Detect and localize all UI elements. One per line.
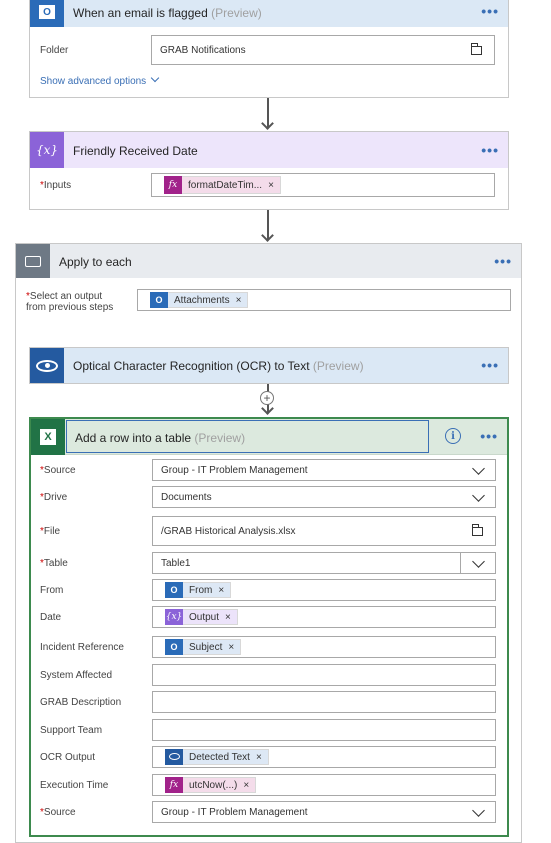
remove-token-button[interactable]: × [243, 780, 249, 791]
preview-tag: (Preview) [194, 431, 246, 445]
chevron-down-icon[interactable] [472, 555, 485, 568]
field-label: From [40, 585, 64, 596]
field-value: /GRAB Historical Analysis.xlsx [161, 526, 296, 537]
field-input[interactable] [152, 664, 496, 686]
field-label: *Table [40, 558, 68, 569]
email-trigger-title: When an email is flagged [73, 6, 208, 20]
eye-icon [165, 748, 183, 765]
field-input[interactable] [152, 691, 496, 713]
outlook-icon: O [30, 0, 64, 27]
remove-token-button[interactable]: × [225, 612, 231, 623]
apply-to-each-header[interactable]: Apply to each ••• [16, 244, 521, 278]
field-input[interactable] [152, 719, 496, 741]
field-input[interactable]: Detected Text × [152, 746, 496, 768]
field-value: Table1 [161, 558, 191, 569]
field-input[interactable]: O Subject × [152, 636, 496, 658]
apply-to-each-title: Apply to each [59, 255, 132, 269]
function-icon: fx [165, 776, 183, 793]
more-options-button[interactable]: ••• [481, 142, 499, 158]
field-value: Group - IT Problem Management [161, 465, 308, 476]
variable-icon: {x} [165, 608, 183, 625]
chevron-down-icon[interactable] [472, 462, 485, 475]
outlook-icon: O [165, 638, 183, 655]
dynamic-content-token[interactable]: fx utcNow(...) × [165, 776, 257, 793]
arrow-down-icon [261, 229, 274, 242]
dynamic-content-token[interactable]: O Subject × [165, 638, 242, 655]
folder-field[interactable]: GRAB Notifications [151, 35, 495, 65]
info-icon[interactable]: i [445, 428, 461, 444]
friendly-date-title: Friendly Received Date [73, 144, 198, 158]
divider [460, 553, 461, 573]
dynamic-content-token[interactable]: {x} Output × [165, 608, 238, 625]
add-row-card: X Add a row into a table (Preview) i •••… [29, 417, 509, 837]
field-label: GRAB Description [40, 697, 122, 708]
field-label: *File [40, 526, 61, 537]
loop-icon [16, 244, 50, 278]
ocr-card[interactable]: Optical Character Recognition (OCR) to T… [29, 347, 509, 384]
field-input[interactable]: Group - IT Problem Management [152, 459, 496, 481]
dynamic-content-token[interactable]: Detected Text × [165, 748, 269, 765]
eye-icon [30, 348, 64, 383]
field-input[interactable]: /GRAB Historical Analysis.xlsx [152, 516, 496, 546]
field-label: System Affected [40, 670, 113, 681]
remove-token-button[interactable]: × [228, 642, 234, 653]
chevron-down-icon[interactable] [472, 804, 485, 817]
inputs-field[interactable]: fx formatDateTim... × [151, 173, 495, 197]
function-icon: fx [164, 175, 182, 194]
friendly-date-header[interactable]: {x} Friendly Received Date ••• [30, 132, 508, 168]
add-row-title: Add a row into a table [75, 431, 192, 445]
field-input[interactable]: Group - IT Problem Management [152, 801, 496, 823]
select-output-label: *Select an output from previous steps [26, 291, 114, 313]
expression-token[interactable]: fx formatDateTim... × [164, 175, 281, 194]
remove-token-button[interactable]: × [236, 295, 242, 306]
field-input[interactable]: O From × [152, 579, 496, 601]
email-trigger-card: O When an email is flagged (Preview) •••… [29, 0, 509, 98]
field-label: Date [40, 612, 62, 623]
folder-icon[interactable] [472, 524, 483, 536]
chevron-down-icon[interactable] [472, 489, 485, 502]
friendly-date-card: {x} Friendly Received Date ••• *Inputs f… [29, 131, 509, 210]
preview-tag: (Preview) [211, 6, 262, 20]
folder-icon[interactable] [471, 43, 482, 55]
field-value: Group - IT Problem Management [161, 807, 308, 818]
more-options-button[interactable]: ••• [480, 428, 498, 444]
add-row-header[interactable]: X Add a row into a table (Preview) i ••• [31, 419, 507, 455]
remove-token-button[interactable]: × [268, 180, 274, 191]
outlook-icon: O [165, 581, 183, 598]
preview-tag: (Preview) [312, 359, 364, 373]
dynamic-content-token[interactable]: O From × [165, 581, 232, 598]
field-label: *Drive [40, 492, 68, 503]
variable-icon: {x} [30, 132, 64, 168]
more-options-button[interactable]: ••• [481, 357, 499, 373]
more-options-button[interactable]: ••• [481, 3, 499, 19]
field-input[interactable]: fx utcNow(...) × [152, 774, 496, 796]
inputs-label: *Inputs [40, 180, 72, 191]
field-label: Incident Reference [40, 642, 124, 653]
field-label: OCR Output [40, 752, 96, 763]
field-input[interactable]: {x} Output × [152, 606, 496, 628]
folder-label: Folder [40, 45, 69, 56]
select-output-field[interactable]: O Attachments × [137, 289, 511, 311]
field-label: Execution Time [40, 780, 109, 791]
field-label: *Source [40, 807, 76, 818]
excel-icon: X [31, 419, 65, 455]
field-input[interactable]: Table1 [152, 552, 496, 574]
folder-value: GRAB Notifications [160, 45, 246, 56]
field-label: Support Team [40, 725, 103, 736]
chevron-down-icon [150, 73, 160, 83]
remove-token-button[interactable]: × [218, 585, 224, 596]
show-advanced-options-link[interactable]: Show advanced options [40, 73, 160, 87]
email-trigger-header[interactable]: O When an email is flagged (Preview) ••• [30, 0, 508, 27]
remove-token-button[interactable]: × [256, 752, 262, 763]
field-label: *Source [40, 465, 76, 476]
outlook-icon: O [150, 291, 168, 308]
arrow-down-icon [261, 117, 274, 130]
field-value: Documents [161, 492, 212, 503]
ocr-title: Optical Character Recognition (OCR) to T… [73, 359, 310, 373]
field-input[interactable]: Documents [152, 486, 496, 508]
attachments-token[interactable]: O Attachments × [150, 291, 249, 308]
more-options-button[interactable]: ••• [494, 253, 512, 269]
